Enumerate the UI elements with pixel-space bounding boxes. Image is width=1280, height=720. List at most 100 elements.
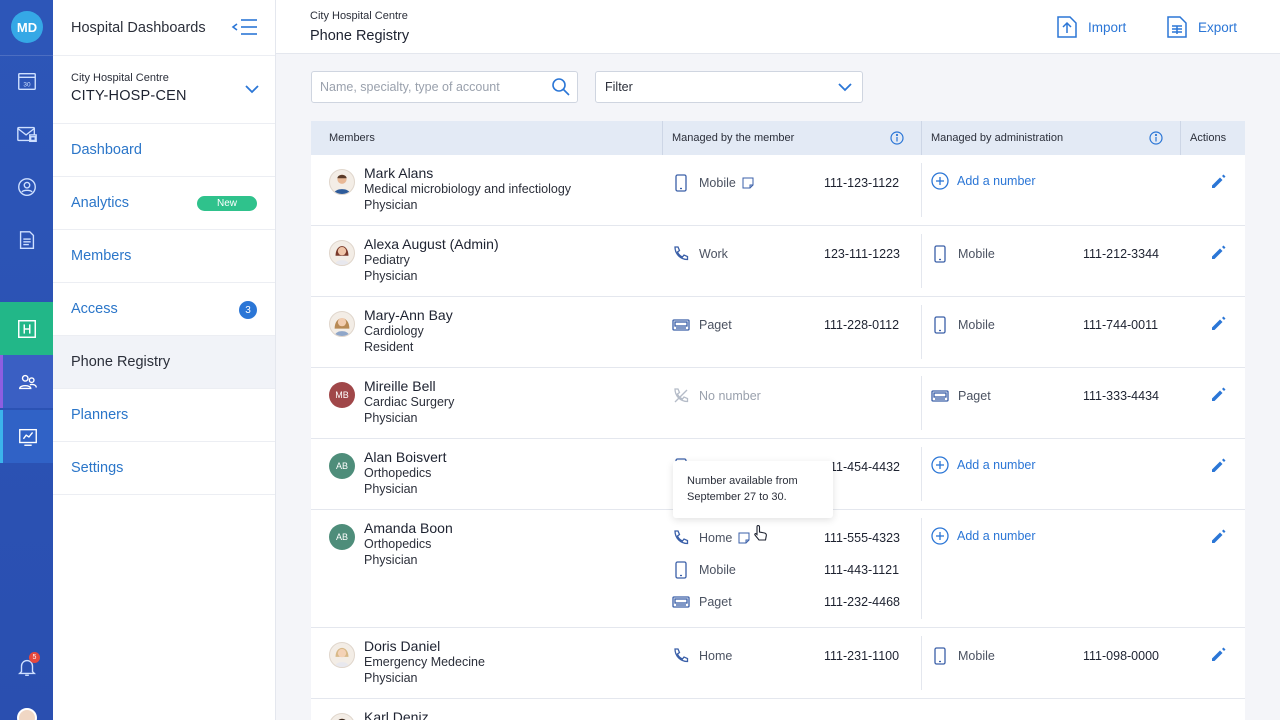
- rail-mail[interactable]: [0, 107, 53, 160]
- sidebar: Hospital Dashboards City Hospital Centre…: [53, 0, 276, 720]
- sidebar-item-analytics[interactable]: Analytics New: [53, 177, 275, 230]
- phone-entry[interactable]: Home 111-555-4323: [672, 528, 917, 548]
- member-phones-cell: Work 123-111-1223: [663, 234, 922, 288]
- rail-profile[interactable]: [0, 160, 53, 213]
- member-specialty: Emergency Medecine: [364, 655, 485, 669]
- note-icon[interactable]: [742, 177, 754, 189]
- column-actions: Actions: [1190, 132, 1227, 144]
- phone-entry[interactable]: Mobile 111-098-0000: [931, 646, 1176, 666]
- rail-documents[interactable]: [0, 213, 53, 266]
- member-cell: AB Alan Boisvert Orthopedics Physician: [311, 439, 663, 509]
- member-name[interactable]: Mark Alans: [364, 165, 571, 181]
- breadcrumb[interactable]: City Hospital Centre: [310, 10, 408, 22]
- phone-entry[interactable]: Paget 111-232-4468: [672, 592, 917, 612]
- column-members[interactable]: Members: [311, 121, 663, 155]
- phone-entry[interactable]: Mobile 111-212-3344: [931, 244, 1176, 264]
- collapse-menu-icon[interactable]: [231, 16, 259, 38]
- phone-entry[interactable]: Paget 111-333-4434: [931, 386, 1176, 406]
- note-icon[interactable]: [738, 532, 750, 544]
- mobile-phone-icon: [934, 316, 946, 334]
- edit-pencil-icon[interactable]: [1210, 314, 1228, 332]
- user-avatar[interactable]: [17, 708, 37, 720]
- info-icon[interactable]: [1149, 131, 1163, 145]
- sidebar-item-phone-registry[interactable]: Phone Registry: [53, 336, 275, 389]
- sidebar-item-dashboard[interactable]: Dashboard: [53, 124, 275, 177]
- add-number-button[interactable]: Add a number: [931, 527, 1036, 545]
- table-row[interactable]: Karl Deniz: [311, 699, 1245, 720]
- app-logo[interactable]: MD: [11, 11, 43, 43]
- search-input[interactable]: [312, 72, 532, 102]
- plus-circle-icon: [931, 456, 949, 474]
- add-number-button[interactable]: Add a number: [931, 456, 1036, 474]
- member-phones-cell: Mobile 111-123-1122: [663, 163, 922, 217]
- rail-team[interactable]: [0, 355, 53, 408]
- phone-entry[interactable]: Mobile 111-744-0011: [931, 315, 1176, 335]
- access-count-badge: 3: [239, 301, 257, 319]
- rail-hospital[interactable]: [0, 302, 53, 355]
- table-row[interactable]: Doris Daniel Emergency Medecine Physicia…: [311, 628, 1245, 699]
- table-row[interactable]: Mark Alans Medical microbiology and infe…: [311, 155, 1245, 226]
- column-managed-by-member[interactable]: Managed by the member: [663, 121, 922, 155]
- export-button[interactable]: Export: [1166, 14, 1237, 40]
- actions-cell: [1181, 510, 1245, 627]
- import-button[interactable]: Import: [1056, 14, 1126, 40]
- member-name[interactable]: Mary-Ann Bay: [364, 307, 453, 323]
- table-row[interactable]: AB Amanda Boon Orthopedics Physician Hom…: [311, 510, 1245, 628]
- info-icon[interactable]: [890, 131, 904, 145]
- edit-pencil-icon[interactable]: [1210, 527, 1228, 545]
- filter-dropdown[interactable]: Filter: [595, 71, 863, 103]
- search-icon[interactable]: [551, 77, 571, 97]
- mobile-phone-icon: [934, 647, 946, 665]
- edit-pencil-icon[interactable]: [1210, 385, 1228, 403]
- member-phones-cell: Paget 111-228-0112: [663, 305, 922, 359]
- phone-entry[interactable]: Home 111-231-1100: [672, 646, 917, 666]
- edit-pencil-icon[interactable]: [1210, 456, 1228, 474]
- phone-handset-icon: [674, 648, 689, 663]
- phone-entry[interactable]: Work 123-111-1223: [672, 244, 917, 264]
- phone-number: 111-212-3344: [1083, 247, 1159, 261]
- sidebar-item-settings[interactable]: Settings: [53, 442, 275, 495]
- phone-number: 111-123-1122: [824, 176, 900, 190]
- edit-pencil-icon[interactable]: [1210, 243, 1228, 261]
- avatar: [329, 240, 355, 266]
- phone-entry: No number: [672, 386, 917, 406]
- rail-calendar[interactable]: 30: [0, 54, 53, 107]
- table-row[interactable]: MB Mireille Bell Cardiac Surgery Physici…: [311, 368, 1245, 439]
- member-cell: Mary-Ann Bay Cardiology Resident: [311, 297, 663, 367]
- edit-pencil-icon[interactable]: [1210, 172, 1228, 190]
- table-row[interactable]: Mary-Ann Bay Cardiology Resident Paget 1…: [311, 297, 1245, 368]
- member-name[interactable]: Amanda Boon: [364, 520, 453, 536]
- edit-pencil-icon[interactable]: [1210, 645, 1228, 663]
- rail-notifications[interactable]: 5: [0, 640, 53, 693]
- phone-number: 111-744-0011: [1083, 318, 1159, 332]
- add-number-button[interactable]: Add a number: [931, 172, 1036, 190]
- phone-number: 111-443-1121: [824, 563, 900, 577]
- actions-cell: [1181, 628, 1245, 698]
- plus-circle-icon: [931, 527, 949, 545]
- member-name[interactable]: Doris Daniel: [364, 638, 485, 654]
- rail-reports[interactable]: [0, 410, 53, 463]
- column-managed-by-admin[interactable]: Managed by administration: [922, 121, 1181, 155]
- table-row[interactable]: Alexa August (Admin) Pediatry Physician …: [311, 226, 1245, 297]
- pager-icon: [672, 596, 690, 608]
- member-name[interactable]: Alexa August (Admin): [364, 236, 499, 252]
- member-name[interactable]: Alan Boisvert: [364, 449, 446, 465]
- member-name[interactable]: Karl Deniz: [364, 709, 429, 720]
- avatar-initials: AB: [329, 453, 355, 479]
- chevron-down-icon[interactable]: [245, 84, 259, 94]
- team-icon: [19, 374, 37, 389]
- sidebar-item-access[interactable]: Access 3: [53, 283, 275, 336]
- phone-entry[interactable]: Mobile 111-123-1122: [672, 173, 917, 193]
- hand-cursor-icon: [754, 524, 767, 541]
- page-title: Phone Registry: [310, 28, 410, 44]
- member-name[interactable]: Mireille Bell: [364, 378, 454, 394]
- phone-number: 111-098-0000: [1083, 649, 1159, 663]
- phone-entry[interactable]: Paget 111-228-0112: [672, 315, 917, 335]
- organization-selector[interactable]: City Hospital Centre CITY-HOSP-CEN: [53, 56, 275, 124]
- sidebar-item-members[interactable]: Members: [53, 230, 275, 283]
- admin-phones-cell: Add a number: [922, 155, 1181, 225]
- actions-cell: [1181, 368, 1245, 438]
- plus-circle-icon: [931, 172, 949, 190]
- phone-entry[interactable]: Mobile 111-443-1121: [672, 560, 917, 580]
- sidebar-item-planners[interactable]: Planners: [53, 389, 275, 442]
